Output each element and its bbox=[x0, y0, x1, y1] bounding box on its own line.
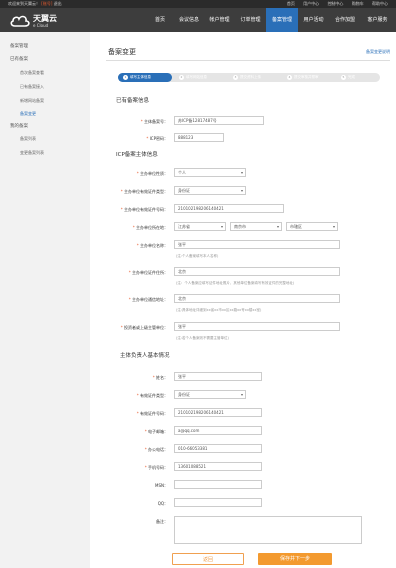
top-link-user-center[interactable]: 用户中心 bbox=[303, 1, 319, 6]
qq-label: QQ： bbox=[157, 501, 168, 506]
sidebar-group-my-filings[interactable]: 我的备案 bbox=[10, 123, 28, 129]
unit-name-label: * 主办单位名称： bbox=[136, 243, 168, 248]
entity-cert-type-label: * 主办单位有效证件类型： bbox=[120, 189, 168, 194]
entity-no-input[interactable]: 苏ICP备12817487号 bbox=[174, 116, 264, 125]
email-label: * 电子邮箱： bbox=[144, 429, 168, 434]
person-name-input[interactable]: 张平 bbox=[174, 372, 262, 381]
msn-input[interactable] bbox=[174, 480, 262, 489]
nav-item-meeting-info[interactable]: 会议信息 bbox=[174, 8, 204, 32]
icp-pwd-input[interactable]: 888123 bbox=[174, 133, 224, 142]
entity-no-label: * 主体备案号： bbox=[140, 119, 168, 124]
step-1-number: 1 bbox=[123, 74, 128, 80]
unit-name-hint: (注:个人备案填写本人名称) bbox=[176, 254, 219, 258]
person-cert-no-label: * 有效证件号码： bbox=[136, 411, 168, 416]
sidebar-item-filing-list[interactable]: 备案列表 bbox=[20, 136, 36, 142]
district-select[interactable]: 市辖区 bbox=[286, 222, 338, 231]
cert-addr-input[interactable]: 北京 bbox=[174, 267, 340, 276]
person-cert-type-label: * 有效证件类型： bbox=[136, 393, 168, 398]
email-input[interactable]: a@qq.com bbox=[174, 426, 262, 435]
qq-input[interactable] bbox=[174, 498, 262, 507]
remark-label: 备注： bbox=[156, 519, 168, 524]
save-next-button[interactable]: 保存并下一步 bbox=[258, 553, 332, 565]
welcome-text: 欢迎来到天翼云！ [账号] 退出 bbox=[8, 1, 62, 6]
main-content: 备案变更 备案变更说明 1 填写主体信息 2 填写网站信息 3 提交资料上传 4 提交审… bbox=[96, 32, 396, 568]
progress-steps: 1 填写主体信息 2 填写网站信息 3 提交资料上传 4 提交审核并预审 5 完成 bbox=[118, 73, 380, 82]
back-button[interactable]: 返回 bbox=[172, 553, 244, 565]
nav-item-orders[interactable]: 订单管理 bbox=[235, 8, 266, 32]
comm-addr-input[interactable]: 北京 bbox=[174, 294, 340, 303]
sidebar-item-first-filing[interactable]: 首次备案查看 bbox=[20, 70, 44, 76]
step-4-number: 4 bbox=[287, 74, 292, 80]
section-existing: 已有备案信息 bbox=[116, 98, 150, 104]
province-select[interactable]: 江苏省 bbox=[174, 222, 226, 231]
top-link-console[interactable]: 控制中心 bbox=[327, 1, 343, 6]
sidebar-group-existing[interactable]: 已有备案 bbox=[10, 56, 28, 62]
mobile-input[interactable]: 13601088521 bbox=[174, 462, 262, 471]
entity-cert-type-select[interactable]: 身份证 bbox=[174, 186, 246, 195]
comm-addr-hint: (注:具体地址详细到xx省xx市xx区xx路xx号xx楼xx室) bbox=[176, 308, 262, 312]
person-cert-no-input[interactable]: 210102198206140421 bbox=[174, 408, 262, 417]
step-5: 5 完成 bbox=[341, 74, 355, 80]
username-link[interactable]: [账号] bbox=[41, 1, 52, 6]
step-4: 4 提交审核并预审 bbox=[287, 74, 319, 80]
msn-label: MSN： bbox=[155, 483, 168, 488]
top-links: 首页 用户中心 控制中心 购物车 帮助中心 bbox=[280, 0, 388, 8]
section-person: 主体负责人基本情况 bbox=[120, 353, 170, 359]
help-link[interactable]: 备案变更说明 bbox=[366, 49, 390, 55]
section-entity: ICP备案主体信息 bbox=[116, 152, 158, 158]
nav-item-account[interactable]: 帐户管理 bbox=[204, 8, 235, 32]
icp-pwd-label: * ICP密码： bbox=[146, 136, 168, 141]
comm-addr-label: * 主办单位通信地址： bbox=[128, 297, 168, 302]
sidebar-item-new-site[interactable]: 新增网站备案 bbox=[20, 98, 44, 104]
entity-cert-no-input[interactable]: 210102198206140421 bbox=[174, 204, 284, 213]
nav-item-home[interactable]: 首页 bbox=[146, 8, 174, 32]
region-label: * 主办单位所在地： bbox=[132, 225, 168, 230]
nature-label: * 主办单位性质： bbox=[136, 171, 168, 176]
investor-hint: (注:若个人备案则不需要主管单位) bbox=[176, 336, 229, 340]
sidebar-group-filing[interactable]: 备案管理 bbox=[10, 43, 28, 49]
office-phone-label: * 办公电话： bbox=[144, 447, 168, 452]
entity-cert-no-label: * 主办单位有效证件号码： bbox=[120, 207, 168, 212]
sidebar-item-filing-change[interactable]: 备案变更 bbox=[20, 111, 36, 117]
office-phone-input[interactable]: 010-66053381 bbox=[174, 444, 262, 453]
step-5-number: 5 bbox=[341, 74, 346, 80]
nav-item-activities[interactable]: 用户活动 bbox=[298, 8, 329, 32]
step-2-number: 2 bbox=[179, 74, 184, 80]
logo[interactable]: 天翼云 e Cloud bbox=[10, 11, 60, 30]
top-bar: 欢迎来到天翼云！ [账号] 退出 首页 用户中心 控制中心 购物车 帮助中心 bbox=[0, 0, 396, 8]
title-divider bbox=[106, 60, 390, 61]
cloud-logo-icon bbox=[10, 15, 30, 27]
logout-link[interactable]: 退出 bbox=[54, 1, 62, 6]
step-3: 3 提交资料上传 bbox=[233, 74, 261, 80]
city-select[interactable]: 南京市 bbox=[230, 222, 282, 231]
nav-item-filing[interactable]: 备案管理 bbox=[266, 8, 298, 32]
sidebar-item-change-list[interactable]: 变更备案列表 bbox=[20, 150, 44, 156]
logo-sub: e Cloud bbox=[33, 23, 49, 28]
main-header: 天翼云 e Cloud 首页 会议信息 帐户管理 订单管理 备案管理 用户活动 … bbox=[0, 8, 396, 32]
person-name-label: * 姓名： bbox=[152, 375, 168, 380]
investor-label: * 投资者或上级主管单位： bbox=[120, 325, 168, 330]
nav-item-service[interactable]: 客户服务 bbox=[361, 8, 394, 32]
top-link-help[interactable]: 帮助中心 bbox=[372, 1, 388, 6]
sidebar: 备案管理 已有备案 首次备案查看 已有备案接入 新增网站备案 备案变更 我的备案… bbox=[0, 32, 90, 568]
nature-select[interactable]: 个人 bbox=[174, 168, 246, 177]
mobile-label: * 手机号码： bbox=[144, 465, 168, 470]
page-title: 备案变更 bbox=[108, 48, 136, 56]
unit-name-input[interactable]: 张平 bbox=[174, 240, 340, 249]
cert-addr-label: * 主办单位证件住所： bbox=[128, 270, 168, 275]
sidebar-item-existing-access[interactable]: 已有备案接入 bbox=[20, 84, 44, 90]
step-3-number: 3 bbox=[233, 74, 238, 80]
top-link-cart[interactable]: 购物车 bbox=[352, 1, 364, 6]
nav-item-partners[interactable]: 合作加盟 bbox=[329, 8, 361, 32]
step-1: 1 填写主体信息 bbox=[118, 73, 172, 82]
person-cert-type-select[interactable]: 身份证 bbox=[174, 390, 246, 399]
top-link-home[interactable]: 首页 bbox=[287, 1, 295, 6]
investor-input[interactable]: 张平 bbox=[174, 322, 340, 331]
step-2: 2 填写网站信息 bbox=[179, 74, 207, 80]
remark-textarea[interactable] bbox=[174, 516, 362, 544]
cert-addr-hint: (注：个人备案应填写证件地址照片，其他单位备案填写有效证件的完整地址) bbox=[176, 281, 295, 285]
